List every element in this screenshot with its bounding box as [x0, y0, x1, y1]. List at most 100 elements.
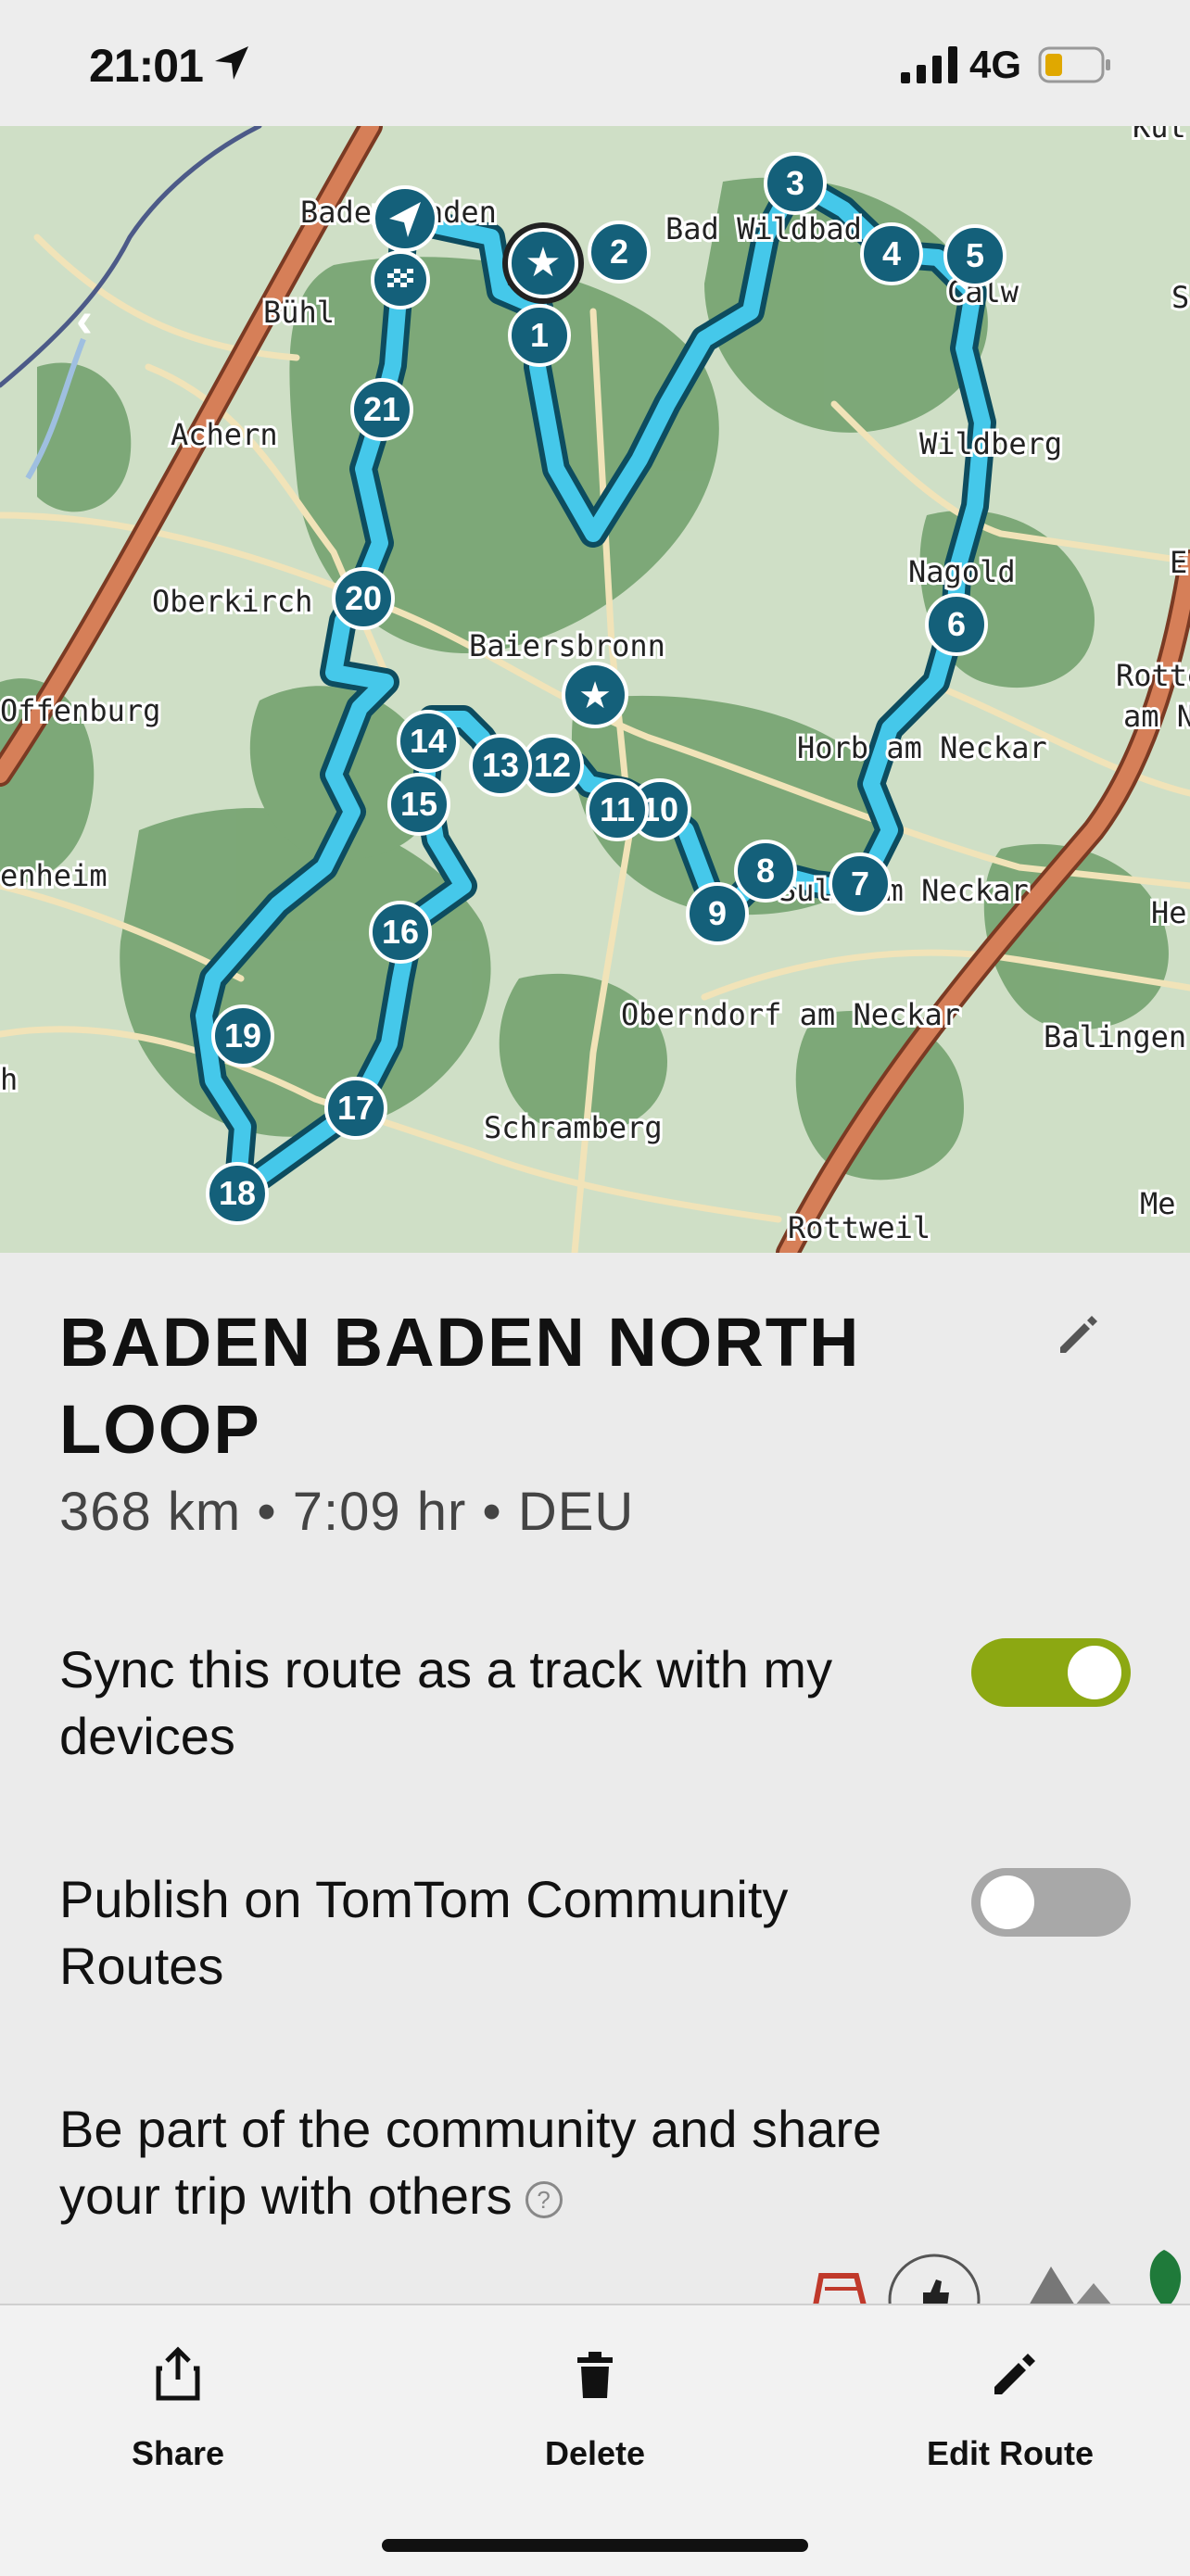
waypoint-marker[interactable]: 8: [734, 840, 797, 903]
town-label: Nagold: [908, 554, 1016, 589]
town-label: Wildberg: [919, 426, 1062, 461]
waypoint-marker[interactable]: 4: [860, 222, 923, 285]
publish-community-toggle[interactable]: [971, 1868, 1131, 1937]
cellular-signal-icon: [901, 46, 957, 83]
waypoint-marker[interactable]: 16: [369, 901, 432, 964]
svg-text:11: 11: [600, 790, 635, 828]
town-label: Oberndorf am Neckar: [621, 997, 960, 1032]
home-indicator[interactable]: [382, 2539, 808, 2552]
waypoint-marker[interactable]: 3: [764, 152, 827, 215]
town-label: Bad Wildbad: [665, 211, 862, 246]
sync-track-toggle[interactable]: [971, 1638, 1131, 1707]
svg-text:16: 16: [382, 913, 419, 951]
share-button[interactable]: Share: [39, 2346, 317, 2473]
town-label: Balingen: [1044, 1019, 1186, 1054]
waypoint-marker[interactable]: 11: [586, 778, 649, 841]
share-icon: [156, 2346, 200, 2401]
waypoint-marker[interactable]: 15: [387, 773, 450, 836]
waypoint-marker[interactable]: 20: [332, 567, 395, 630]
map-canvas[interactable]: Baden-Baden Bühl Achern Oberkirch Offenb…: [0, 126, 1190, 1253]
town-label: h: [0, 1062, 18, 1097]
publish-community-label: Publish on TomTom Community Routes: [59, 1870, 789, 1995]
trash-icon: [577, 2352, 613, 2398]
town-label: Achern: [171, 417, 278, 452]
location-arrow-icon: [215, 46, 248, 80]
town-label: Horb am Neckar: [797, 730, 1047, 765]
edit-title-pencil-icon[interactable]: [1053, 1310, 1101, 1358]
route-map[interactable]: Baden-Baden Bühl Achern Oberkirch Offenb…: [0, 126, 1190, 1253]
svg-text:7: 7: [851, 865, 869, 903]
toggle-knob: [1068, 1646, 1121, 1699]
status-bar: 21:01 4G: [0, 0, 1190, 126]
svg-text:2: 2: [610, 233, 628, 271]
svg-text:18: 18: [219, 1174, 256, 1212]
town-label: am N: [1123, 699, 1190, 734]
town-label: enheim: [0, 858, 108, 893]
community-illustration: [813, 2250, 1182, 2305]
favorite-marker[interactable]: ★: [502, 222, 584, 304]
pencil-icon: [994, 2354, 1035, 2394]
town-label: Rotte: [1116, 658, 1190, 693]
svg-text:13: 13: [482, 746, 519, 784]
svg-text:20: 20: [345, 579, 382, 617]
town-label: Baiersbronn: [469, 628, 665, 663]
toggle-knob: [981, 1875, 1034, 1929]
checkered-flag-icon: [387, 269, 413, 287]
finish-marker[interactable]: [371, 250, 430, 309]
bottom-action-bar: Share Delete Edit Route: [0, 2304, 1190, 2576]
edit-route-label: Edit Route: [927, 2434, 1094, 2472]
waypoint-marker[interactable]: 19: [211, 1004, 274, 1067]
town-label: Kut: [1133, 126, 1186, 145]
town-label: Schramberg: [484, 1110, 663, 1145]
star-icon: ★: [525, 240, 561, 285]
waypoint-marker[interactable]: 13: [469, 734, 532, 797]
svg-text:4: 4: [882, 234, 901, 272]
svg-text:17: 17: [337, 1089, 374, 1127]
svg-text:1: 1: [530, 316, 549, 354]
waypoint-marker[interactable]: 1: [508, 304, 571, 367]
waypoint-marker[interactable]: 5: [943, 224, 1006, 287]
svg-text:8: 8: [756, 852, 775, 890]
waypoint-marker[interactable]: 2: [588, 221, 651, 284]
waypoint-marker[interactable]: 6: [925, 593, 988, 656]
svg-text:6: 6: [947, 605, 966, 643]
town-label: He: [1151, 895, 1187, 930]
network-type: 4G: [969, 43, 1022, 86]
sync-track-label: Sync this route as a track with my devic…: [59, 1640, 833, 1765]
waypoint-marker[interactable]: 21: [350, 378, 413, 441]
star-icon: ★: [578, 676, 612, 716]
svg-text:12: 12: [534, 746, 571, 784]
waypoint-marker[interactable]: 14: [397, 710, 460, 773]
route-summary: 368 km • 7:09 hr • DEU: [59, 1482, 635, 1542]
poi-marker[interactable]: ★: [562, 662, 628, 728]
community-info-text: Be part of the community and share your …: [59, 2100, 882, 2225]
town-label: Rottweil: [788, 1210, 930, 1245]
route-title: BADEN BADEN NORTH LOOP: [59, 1304, 861, 1468]
waypoint-marker[interactable]: 18: [206, 1162, 269, 1225]
waypoint-marker[interactable]: 9: [686, 882, 749, 945]
town-label: Sulz am Neckar: [779, 873, 1029, 908]
svg-text:3: 3: [786, 164, 804, 202]
back-button[interactable]: ‹: [76, 291, 93, 348]
town-label: Bühl: [263, 295, 335, 330]
svg-text:5: 5: [966, 236, 984, 274]
status-time: 21:01: [89, 40, 204, 92]
town-label: Oberkirch: [152, 584, 312, 619]
svg-text:21: 21: [363, 390, 400, 428]
svg-text:14: 14: [410, 722, 447, 760]
svg-text:19: 19: [224, 1017, 261, 1054]
start-marker[interactable]: [372, 185, 438, 252]
delete-label: Delete: [544, 2434, 646, 2472]
svg-text:15: 15: [400, 785, 437, 823]
help-icon[interactable]: ?: [525, 2181, 563, 2219]
waypoint-marker[interactable]: 17: [324, 1077, 387, 1140]
town-label: Me: [1140, 1186, 1176, 1221]
battery-icon: [1038, 46, 1110, 83]
town-label: S: [1171, 280, 1189, 315]
delete-button[interactable]: Delete: [456, 2346, 734, 2473]
share-label: Share: [131, 2434, 225, 2472]
waypoint-marker[interactable]: 7: [829, 852, 892, 915]
town-label: Offenburg: [0, 693, 160, 728]
edit-route-button[interactable]: Edit Route: [871, 2346, 1149, 2473]
town-label: E: [1170, 545, 1187, 580]
